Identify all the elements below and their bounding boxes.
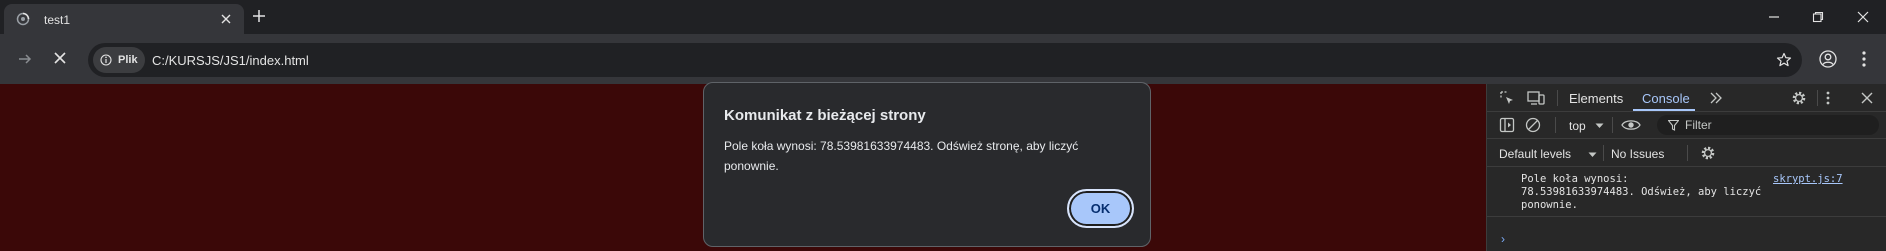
inspect-element-icon[interactable] <box>1499 90 1515 106</box>
console-filter-input[interactable]: Filter <box>1657 115 1879 135</box>
filter-funnel-icon <box>1668 120 1679 131</box>
stop-loading-icon[interactable] <box>53 51 67 65</box>
tab-console[interactable]: Console <box>1642 91 1690 106</box>
profile-icon[interactable] <box>1819 50 1837 68</box>
address-bar[interactable]: Plik C:/KURSJS/JS1/index.html <box>88 43 1802 77</box>
console-prompt[interactable]: › <box>1501 232 1505 246</box>
browser-toolbar: Plik C:/KURSJS/JS1/index.html <box>0 34 1886 84</box>
toolbar-divider <box>1612 117 1613 133</box>
devtools-panel: Elements Console top Filter Default leve… <box>1486 84 1886 251</box>
log-levels-dropdown[interactable]: Default levels <box>1499 147 1571 161</box>
loading-spinner-icon <box>16 12 30 26</box>
close-devtools-icon[interactable] <box>1861 92 1873 104</box>
restore-icon[interactable] <box>1812 11 1824 23</box>
url-text[interactable]: C:/KURSJS/JS1/index.html <box>152 53 309 68</box>
console-secondary-toolbar: Default levels No Issues <box>1487 139 1886 167</box>
context-selector[interactable]: top <box>1569 119 1586 133</box>
minimize-icon[interactable] <box>1768 11 1780 23</box>
filter-placeholder: Filter <box>1685 118 1712 132</box>
alert-dialog: Komunikat z bieżącej strony Pole koła wy… <box>703 82 1151 247</box>
levels-caret-down-icon[interactable] <box>1588 152 1597 158</box>
toolbar-divider <box>1687 145 1688 161</box>
device-toolbar-icon[interactable] <box>1527 90 1545 106</box>
toolbar-divider <box>1603 145 1604 161</box>
site-info-chip[interactable]: Plik <box>93 47 145 73</box>
devtools-tabbar: Elements Console <box>1487 84 1886 112</box>
caret-down-icon[interactable] <box>1595 123 1604 129</box>
console-settings-gear-icon[interactable] <box>1700 145 1716 161</box>
console-toolbar: top Filter <box>1487 112 1886 139</box>
ok-button[interactable]: OK <box>1067 189 1134 228</box>
info-icon <box>100 54 112 66</box>
toolbar-divider <box>1555 117 1556 133</box>
browser-menu-icon[interactable] <box>1862 51 1866 67</box>
tab-title: test1 <box>44 13 71 27</box>
dialog-title: Komunikat z bieżącej strony <box>724 107 926 124</box>
toolbar-divider <box>1557 90 1558 106</box>
dialog-message: Pole koła wynosi: 78.53981633974483. Odś… <box>724 139 1079 173</box>
console-log-entry: Pole koła wynosi: 78.53981633974483. Odś… <box>1487 167 1886 217</box>
active-tab-indicator <box>1633 109 1695 111</box>
close-window-icon[interactable] <box>1857 11 1869 23</box>
show-sidebar-icon[interactable] <box>1499 117 1515 133</box>
close-tab-icon[interactable] <box>220 13 232 25</box>
devtools-menu-icon[interactable] <box>1826 90 1830 106</box>
tab-strip: test1 <box>0 0 1886 34</box>
browser-tab[interactable]: test1 <box>4 4 244 34</box>
log-message: Pole koła wynosi: 78.53981633974483. Odś… <box>1521 173 1762 211</box>
settings-gear-icon[interactable] <box>1791 90 1807 106</box>
bookmark-star-icon[interactable] <box>1776 52 1792 68</box>
more-tabs-chevron-icon[interactable] <box>1709 91 1723 105</box>
issues-count[interactable]: No Issues <box>1611 147 1664 161</box>
log-source-link[interactable]: skrypt.js:7 <box>1773 173 1843 185</box>
new-tab-icon[interactable] <box>252 9 266 23</box>
live-expression-eye-icon[interactable] <box>1621 118 1641 132</box>
site-info-label: Plik <box>118 54 138 66</box>
tab-elements[interactable]: Elements <box>1569 91 1623 106</box>
clear-console-icon[interactable] <box>1525 117 1541 133</box>
forward-icon[interactable] <box>17 51 33 67</box>
toolbar-divider <box>1817 90 1818 106</box>
